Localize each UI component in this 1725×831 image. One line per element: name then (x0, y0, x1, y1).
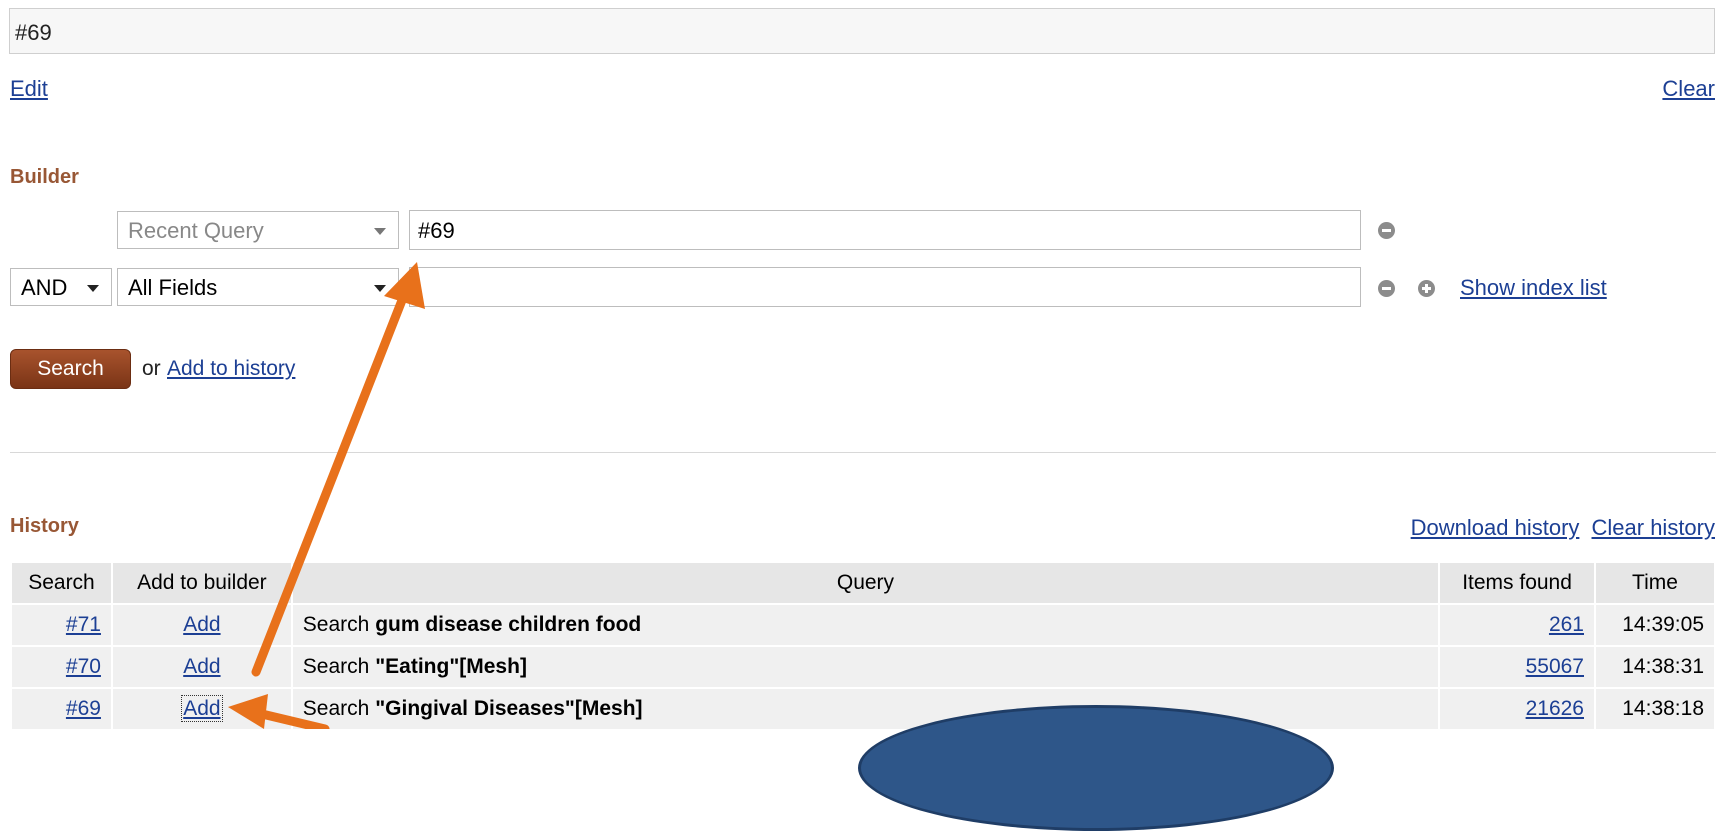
table-row: #69 Add Search "Gingival Diseases"[Mesh]… (10, 687, 1716, 731)
field-select-row2-value: All Fields (128, 275, 218, 300)
search-number-link[interactable]: #69 (66, 697, 101, 720)
column-header-query: Query (290, 561, 1441, 605)
query-prefix: Search (302, 613, 370, 636)
operator-select-value: AND (21, 275, 68, 300)
builder-heading: Builder (10, 166, 79, 188)
add-row-icon[interactable] (1418, 280, 1435, 297)
edit-link[interactable]: Edit (10, 76, 48, 102)
divider (10, 452, 1716, 453)
remove-row-icon[interactable] (1378, 280, 1395, 297)
search-number-link[interactable]: #70 (66, 655, 101, 678)
chevron-down-icon (374, 228, 386, 235)
clear-history-link[interactable]: Clear history (1592, 515, 1715, 540)
query-prefix: Search (302, 697, 370, 720)
chevron-down-icon (87, 285, 99, 292)
column-header-items-found[interactable]: Items found (1438, 561, 1596, 605)
history-heading: History (10, 515, 79, 537)
operator-select[interactable]: AND (10, 268, 112, 306)
time-cell: 14:38:31 (1594, 645, 1716, 689)
callout-bubble (858, 705, 1334, 831)
items-found-link[interactable]: 261 (1549, 613, 1584, 636)
clear-link[interactable]: Clear (1662, 76, 1715, 102)
add-to-builder-link[interactable]: Add (183, 655, 220, 678)
query-prefix: Search (302, 655, 370, 678)
time-cell: 14:38:18 (1594, 687, 1716, 731)
items-found-link[interactable]: 55067 (1526, 655, 1584, 678)
query-text: "Gingival Diseases"[Mesh] (375, 697, 643, 720)
query-cell: Search gum disease children food (290, 603, 1441, 647)
field-select-row1[interactable]: Recent Query (117, 211, 399, 249)
field-select-row2[interactable]: All Fields (117, 268, 399, 306)
query-text: gum disease children food (375, 613, 642, 636)
term-input-row1-value: #69 (418, 218, 455, 243)
history-actions: Download history Clear history (1411, 515, 1715, 541)
term-input-row2[interactable] (409, 267, 1361, 307)
time-cell: 14:39:05 (1594, 603, 1716, 647)
add-to-builder-link[interactable]: Add (181, 695, 223, 722)
query-cell: Search "Eating"[Mesh] (290, 645, 1441, 689)
table-row: #71 Add Search gum disease children food… (10, 603, 1716, 647)
add-to-history-link[interactable]: Add to history (167, 357, 295, 381)
remove-row-icon[interactable] (1378, 222, 1395, 239)
column-header-search[interactable]: Search (10, 561, 113, 605)
chevron-down-icon (374, 285, 386, 292)
table-row: #70 Add Search "Eating"[Mesh] 55067 14:3… (10, 645, 1716, 689)
history-header-row: Search Add to builder Query Items found … (10, 561, 1716, 605)
show-index-list-link[interactable]: Show index list (1460, 275, 1607, 301)
search-button[interactable]: Search (10, 349, 131, 389)
column-header-add-to-builder: Add to builder (110, 561, 293, 605)
field-select-row1-value: Recent Query (128, 218, 264, 243)
history-table: Search Add to builder Query Items found … (10, 561, 1716, 731)
items-found-link[interactable]: 21626 (1526, 697, 1584, 720)
column-header-time[interactable]: Time (1594, 561, 1716, 605)
add-to-builder-link[interactable]: Add (183, 613, 220, 636)
search-number-link[interactable]: #71 (66, 613, 101, 636)
query-text: "Eating"[Mesh] (375, 655, 527, 678)
query-display: #69 (9, 8, 1715, 54)
download-history-link[interactable]: Download history (1411, 515, 1580, 540)
term-input-row1[interactable]: #69 (409, 210, 1361, 250)
or-text: or (142, 357, 161, 380)
